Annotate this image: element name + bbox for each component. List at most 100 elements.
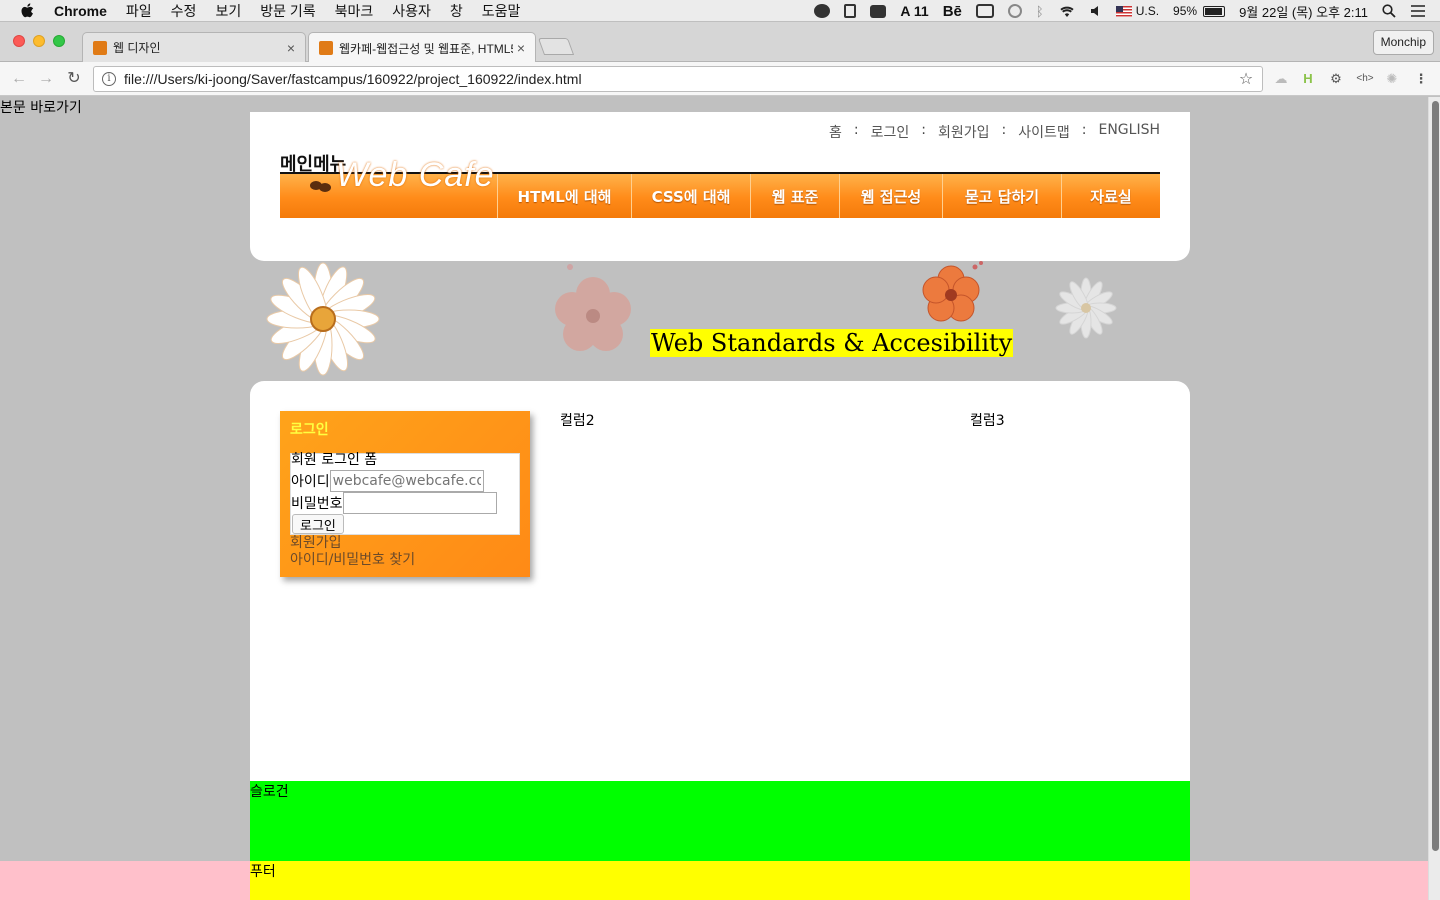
clock[interactable]: 9월 22일 (목) 오후 2:11: [1239, 2, 1368, 21]
spotlight-search-icon[interactable]: [1382, 4, 1396, 18]
time-machine-icon[interactable]: [1007, 4, 1022, 18]
utility-nav: 홈 : 로그인 : 회원가입 : 사이트맵 : ENGLISH: [829, 122, 1160, 142]
site-logo[interactable]: Web Cafe: [310, 158, 495, 192]
window-minimize-button[interactable]: [33, 35, 45, 47]
bookmark-star-icon[interactable]: ☆: [1236, 69, 1256, 89]
adobe-glyph: A: [900, 3, 910, 19]
profile-button[interactable]: Monchip: [1372, 30, 1434, 55]
hibiscus-flower-image: [922, 261, 983, 322]
puzzle-extension-icon[interactable]: ✺: [1383, 70, 1401, 88]
gnb-css[interactable]: CSS에 대해: [631, 174, 750, 218]
status-area: A 11 Bē ᛒ U.S. 95% 9월 22일 (목) 오후 2:11: [814, 0, 1440, 22]
menu-people[interactable]: 사용자: [392, 1, 431, 21]
small-daisy-image: [1055, 277, 1117, 339]
macos-menubar: Chrome 파일 수정 보기 방문 기록 북마크 사용자 창 도움말 A 11…: [0, 0, 1440, 22]
window-zoom-button[interactable]: [53, 35, 65, 47]
bluetooth-icon[interactable]: ᛒ: [1036, 4, 1044, 19]
wifi-icon[interactable]: [1058, 5, 1076, 18]
tab-close-icon[interactable]: ×: [283, 40, 299, 56]
volume-icon[interactable]: [1090, 5, 1102, 17]
webcafe-favicon-icon: [93, 40, 107, 55]
page-info-icon[interactable]: i: [102, 72, 116, 86]
chrome-menu-icon[interactable]: ⋮: [1412, 70, 1430, 88]
password-label: 비밀번호: [291, 496, 343, 512]
back-arrow-icon[interactable]: ←: [10, 70, 28, 88]
util-english-link[interactable]: ENGLISH: [1098, 122, 1160, 142]
us-flag-canton: [1115, 5, 1123, 12]
util-login-link[interactable]: 로그인: [871, 122, 910, 142]
camera-app-icon[interactable]: [870, 4, 887, 18]
battery-fill: [1205, 7, 1223, 15]
menu-history[interactable]: 방문 기록: [260, 1, 315, 21]
tab-title: 웹 디자인: [113, 41, 161, 55]
util-separator: :: [1001, 122, 1007, 138]
id-input[interactable]: [329, 470, 484, 492]
visual-caption: Web Standards & Accesibility: [650, 329, 1014, 357]
menu-file[interactable]: 파일: [126, 1, 152, 21]
adobe-icon[interactable]: A 11: [900, 3, 928, 19]
util-join-link[interactable]: 회원가입: [938, 122, 990, 142]
new-tab-button[interactable]: [537, 38, 575, 55]
join-link[interactable]: 회원가입: [290, 535, 415, 552]
util-separator: :: [853, 122, 859, 138]
apple-icon[interactable]: [20, 2, 34, 19]
util-sitemap-link[interactable]: 사이트맵: [1018, 122, 1070, 142]
reload-icon[interactable]: ↻: [65, 70, 83, 88]
hibiscus-flower-faded-image: [555, 264, 631, 351]
daisy-flower-image: [266, 262, 380, 376]
gnb-qna[interactable]: 묻고 답하기: [942, 174, 1061, 218]
login-form: 회원 로그인 폼 아이디 비밀번호 로그인: [290, 452, 520, 535]
menu-bookmarks[interactable]: 북마크: [335, 1, 374, 21]
main-visual: Web Standards & Accesibility: [250, 261, 1190, 381]
footer-text: 푸터: [250, 864, 276, 880]
behance-icon[interactable]: Bē: [943, 3, 962, 20]
cloud-extension-icon[interactable]: ☁: [1272, 70, 1290, 88]
app-menu-chrome[interactable]: Chrome: [54, 3, 107, 19]
skip-to-content-link[interactable]: 본문 바로가기: [0, 97, 82, 117]
login-submit-button[interactable]: 로그인: [292, 514, 344, 534]
tab-web-design[interactable]: 웹 디자인 ×: [82, 32, 306, 62]
input-source[interactable]: U.S.: [1115, 4, 1159, 18]
battery-percent[interactable]: 95%: [1173, 4, 1197, 18]
tab-title: 웹카페-웹접근성 및 웹표준, HTML5: [339, 41, 513, 56]
gnb-accessibility[interactable]: 웹 접근성: [839, 174, 942, 218]
util-separator: :: [1081, 122, 1087, 138]
tab-webcafe-active[interactable]: 웹카페-웹접근성 및 웹표준, HTML5 ×: [308, 32, 536, 63]
clipboard-icon[interactable]: [844, 4, 857, 18]
find-account-link[interactable]: 아이디/비밀번호 찾기: [290, 552, 415, 569]
menu-view[interactable]: 보기: [215, 1, 241, 21]
screenshot-camera-icon[interactable]: [975, 4, 994, 18]
tab-close-icon[interactable]: ×: [513, 40, 529, 56]
password-row: 비밀번호: [291, 492, 497, 514]
gnb-web-standards[interactable]: 웹 표준: [750, 174, 839, 218]
window-close-button[interactable]: [13, 35, 25, 47]
webcafe-favicon-icon: [319, 41, 333, 55]
url-text[interactable]: file:///Users/ki-joong/Saver/fastcampus/…: [124, 71, 1236, 87]
gnb-library[interactable]: 자료실: [1061, 174, 1160, 218]
scroll-thumb[interactable]: [1432, 101, 1439, 851]
login-panel: 로그인 회원 로그인 폼 아이디 비밀번호 로그인 회원가입 아이디/비밀번호 …: [280, 411, 530, 577]
menu-edit[interactable]: 수정: [171, 1, 197, 21]
util-home-link[interactable]: 홈: [829, 122, 842, 142]
address-bar[interactable]: i file:///Users/ki-joong/Saver/fastcampu…: [93, 66, 1263, 92]
coffee-beans-icon: [310, 178, 332, 192]
login-legend: 회원 로그인 폼: [291, 452, 378, 468]
id-row: 아이디: [291, 470, 484, 492]
menu-window[interactable]: 창: [450, 1, 463, 21]
page-viewport: 본문 바로가기 홈 : 로그인 : 회원가입 : 사이트맵 : ENGLISH …: [0, 97, 1440, 900]
column3-heading: 컬럼3: [970, 413, 1005, 429]
password-input[interactable]: [342, 492, 497, 514]
gnb-html[interactable]: HTML에 대해: [497, 174, 631, 218]
chat-bubble-icon[interactable]: [814, 4, 831, 18]
ladder-extension-icon[interactable]: H: [1299, 70, 1317, 88]
gear-extension-icon[interactable]: ⚙: [1327, 70, 1345, 88]
page-scrollbar[interactable]: [1428, 97, 1440, 900]
forward-arrow-icon[interactable]: →: [37, 70, 55, 88]
slogan-text: 슬로건: [250, 784, 289, 800]
site-header: 홈 : 로그인 : 회원가입 : 사이트맵 : ENGLISH 메인메뉴 Web…: [250, 112, 1190, 261]
menu-help[interactable]: 도움말: [482, 1, 521, 21]
global-nav: Web Cafe HTML에 대해 CSS에 대해 웹 표준 웹 접근성 묻고 …: [280, 158, 1160, 218]
notification-center-icon[interactable]: [1410, 5, 1426, 17]
code-extension-icon[interactable]: <h>: [1353, 70, 1377, 88]
battery-icon[interactable]: [1203, 5, 1226, 17]
